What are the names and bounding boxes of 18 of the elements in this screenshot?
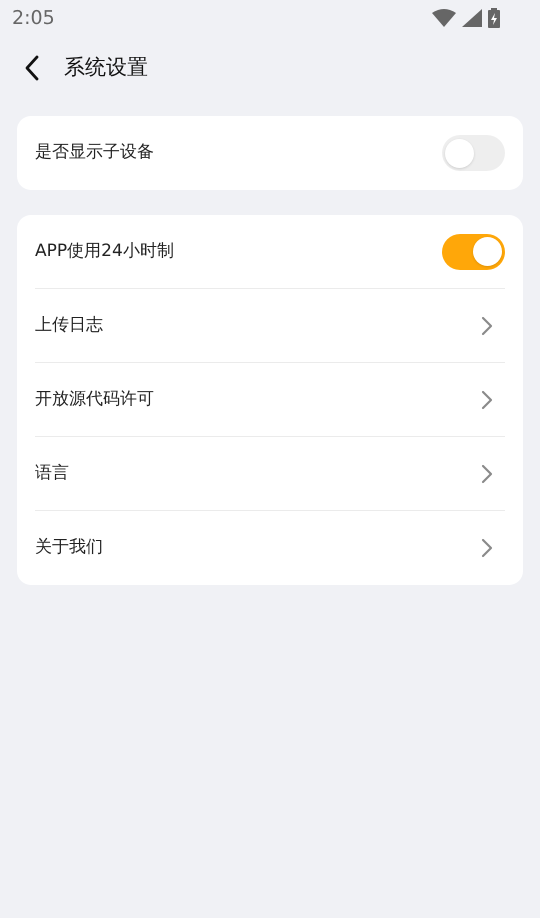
toggle-switch[interactable]	[442, 234, 505, 270]
chevron-right-icon	[481, 538, 493, 558]
setting-label[interactable]: 开放源代码许可	[35, 386, 154, 412]
wifi-icon	[432, 9, 456, 27]
chevron-right-icon	[481, 464, 493, 484]
back-icon[interactable]	[24, 55, 40, 81]
setting-label: 是否显示子设备	[35, 141, 154, 164]
setting-label[interactable]: 语言	[35, 460, 69, 486]
signal-icon	[462, 9, 482, 27]
setting-label[interactable]: 上传日志	[35, 312, 103, 338]
toggle-switch[interactable]	[442, 135, 505, 171]
chevron-right-icon	[481, 316, 493, 336]
battery-icon	[488, 8, 500, 28]
page-title: 系统设置	[64, 54, 148, 82]
status-time: 2:05	[12, 6, 55, 31]
setting-label: APP使用24小时制	[35, 240, 174, 263]
chevron-right-icon	[481, 390, 493, 410]
setting-label[interactable]: 关于我们	[35, 535, 103, 561]
